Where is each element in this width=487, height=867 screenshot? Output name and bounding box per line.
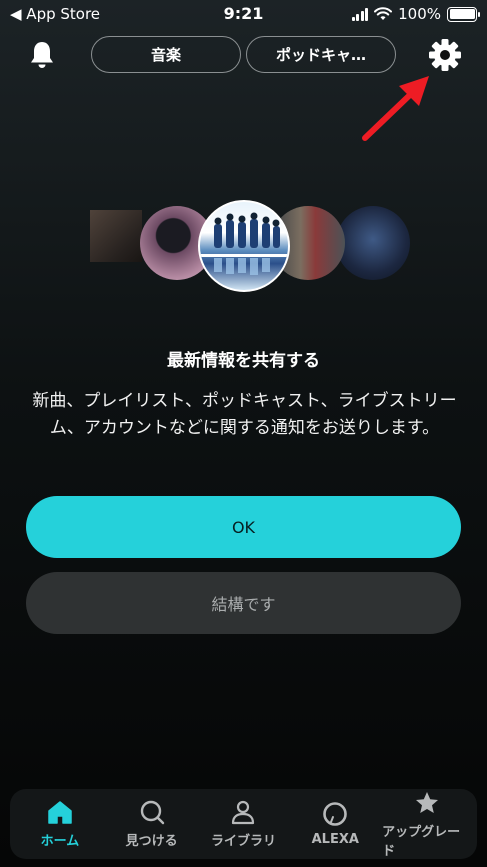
bell-icon[interactable] [28, 40, 56, 70]
group-photo-image [200, 212, 288, 275]
nav-item-alexa[interactable]: ALEXA [290, 801, 380, 847]
notification-description: 新曲、プレイリスト、ポッドキャスト、ライブストリーム、アカウントなどに関する通知… [32, 391, 457, 438]
nav-label: ライブラリ [210, 834, 276, 849]
status-bar: ◀ App Store 9:21 100% [0, 0, 487, 30]
nav-item-home[interactable]: ホーム [15, 799, 105, 849]
alexa-icon [323, 802, 348, 826]
nav-label: ALEXA [311, 832, 359, 847]
nav-item-library[interactable]: ライブラリ [198, 799, 288, 849]
artist-avatar-5 [336, 206, 410, 280]
artist-avatar-1 [90, 210, 142, 262]
gear-icon[interactable] [428, 38, 462, 72]
artist-avatars [0, 198, 487, 298]
status-indicators: 100% [351, 5, 480, 23]
tab-podcasts[interactable]: ポッドキャ… [246, 36, 396, 73]
nav-item-upgrade[interactable]: アップグレード [382, 790, 472, 859]
star-icon [416, 791, 439, 813]
battery-icon [447, 6, 480, 22]
cellular-signal-icon [351, 7, 369, 21]
nav-item-find[interactable]: 見つける [107, 799, 197, 849]
battery-percent: 100% [398, 5, 441, 23]
bottom-nav: ホーム 見つける ライブラリ ALEXA アップグレード [10, 789, 477, 859]
wifi-icon [374, 7, 393, 20]
search-icon [140, 800, 164, 825]
nav-label: アップグレード [382, 824, 461, 859]
tab-music[interactable]: 音楽 [91, 36, 241, 73]
notification-title: 最新情報を共有する [167, 351, 320, 371]
nav-label: 見つける [125, 834, 178, 849]
decline-button[interactable]: 結構です [26, 572, 461, 634]
home-icon [48, 801, 72, 824]
ok-button[interactable]: OK [26, 496, 461, 558]
nav-label: ホーム [40, 834, 80, 849]
red-arrow-icon [362, 76, 429, 141]
person-icon [232, 800, 255, 825]
artist-avatar-3 [198, 200, 290, 292]
